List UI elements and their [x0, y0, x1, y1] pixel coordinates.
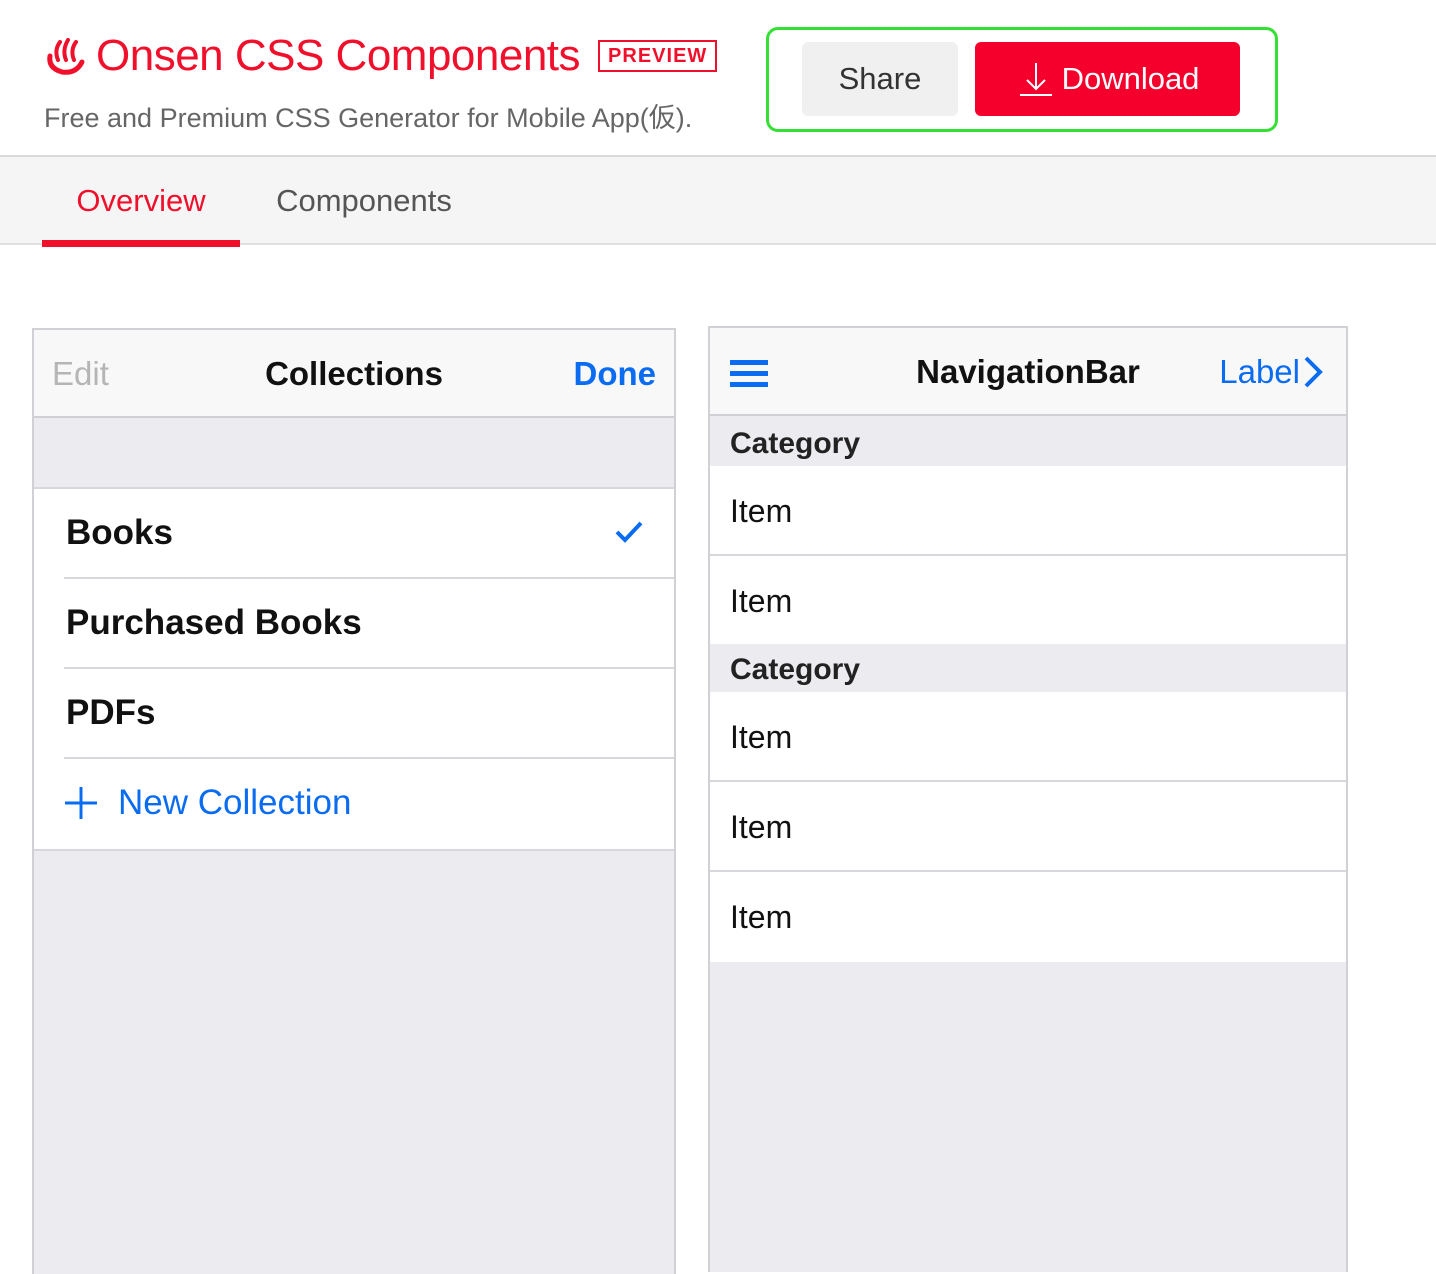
category-label: Category — [730, 653, 861, 686]
done-button[interactable]: Done — [574, 330, 657, 418]
collections-navbar: Collections Edit Done — [34, 330, 674, 418]
new-collection-button[interactable]: New Collection — [34, 759, 674, 849]
list-item[interactable]: Item — [710, 556, 1346, 646]
tab-overview[interactable]: Overview — [42, 157, 240, 247]
list-item-purchased-books[interactable]: Purchased Books — [34, 579, 674, 669]
edit-button[interactable]: Edit — [52, 330, 109, 418]
new-collection-label: New Collection — [118, 783, 352, 822]
app-header: Onsen CSS Components PREVIEW Free and Pr… — [0, 0, 1436, 157]
share-button-label: Share — [838, 61, 922, 96]
list-item-pdfs[interactable]: PDFs — [34, 669, 674, 759]
item-label: Item — [730, 809, 793, 845]
preview-badge: PREVIEW — [598, 40, 718, 72]
app-title: Onsen CSS Components — [96, 31, 581, 80]
list-item-label: PDFs — [66, 693, 156, 732]
list-item[interactable]: Item — [710, 872, 1346, 962]
share-button[interactable]: Share — [802, 42, 958, 116]
item-label: Item — [730, 899, 793, 935]
list-item-books[interactable]: Books — [34, 489, 674, 579]
item-label: Item — [730, 583, 793, 619]
tab-overview-label: Overview — [76, 183, 206, 218]
download-icon — [1019, 63, 1052, 96]
tab-bar: Overview Components — [0, 157, 1436, 247]
category-header: Category — [710, 418, 1346, 466]
menu-icon[interactable] — [730, 358, 768, 390]
navigation-bar: NavigationBar Label — [710, 328, 1346, 416]
item-label: Item — [730, 493, 793, 529]
collections-list: Books Purchased Books PDFs New Collectio… — [34, 487, 674, 851]
tab-components-label: Components — [276, 183, 452, 218]
download-button[interactable]: Download — [975, 42, 1240, 116]
tab-components[interactable]: Components — [250, 157, 478, 245]
label-button[interactable]: Label — [1219, 328, 1324, 416]
list-item[interactable]: Item — [710, 692, 1346, 782]
list-item-label: Books — [66, 513, 173, 552]
collections-preview: Collections Edit Done Books Purchased Bo… — [32, 328, 676, 1274]
navigationbar-preview: NavigationBar Label Category Item Item C… — [708, 326, 1348, 1272]
category-label: Category — [730, 427, 861, 460]
brand[interactable]: Onsen CSS Components PREVIEW — [44, 30, 718, 82]
app-subtitle: Free and Premium CSS Generator for Mobil… — [44, 103, 693, 133]
checkmark-icon — [615, 521, 643, 543]
label-button-text: Label — [1219, 353, 1300, 390]
download-button-label: Download — [1061, 61, 1200, 96]
list-item-label: Purchased Books — [66, 603, 362, 642]
item-label: Item — [730, 719, 793, 755]
onsen-logo-icon — [47, 38, 85, 75]
chevron-right-icon — [1304, 356, 1323, 388]
category-header: Category — [710, 644, 1346, 692]
plus-icon — [65, 787, 97, 819]
list-item[interactable]: Item — [710, 466, 1346, 556]
list-item[interactable]: Item — [710, 782, 1346, 872]
